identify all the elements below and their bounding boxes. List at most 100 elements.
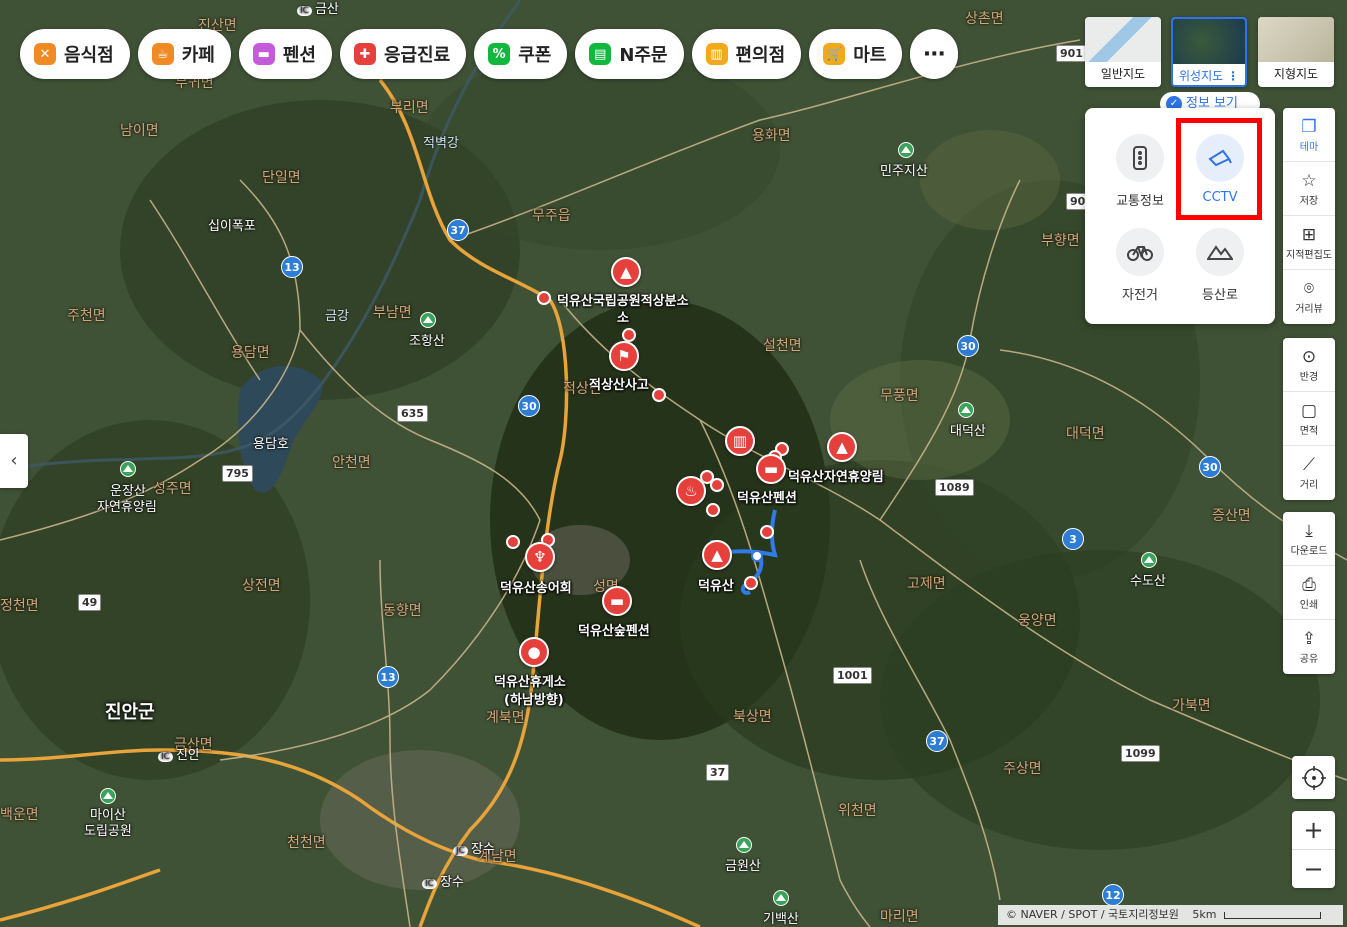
region-label: 상촌면 — [965, 11, 1004, 27]
road-shield: 635 — [397, 405, 428, 422]
layer-cctv[interactable]: CCTV — [1180, 134, 1260, 205]
layer-traffic[interactable]: 교통정보 — [1100, 134, 1180, 209]
poi-dot[interactable] — [506, 535, 520, 549]
attribution-bar: © NAVER / SPOT / 국토지리정보원 5km — [998, 905, 1343, 925]
interchange-label: IC 진안 — [158, 744, 200, 763]
road-shield: 30 — [957, 335, 979, 357]
poi-label[interactable]: 소 — [617, 307, 629, 326]
more-icon: ⋯ — [923, 41, 946, 67]
poi-label[interactable]: 덕유산휴게소 — [494, 671, 566, 690]
poi-label[interactable]: 덕유산 — [698, 575, 734, 594]
mountain-icon — [958, 402, 974, 418]
poi-dot[interactable] — [652, 388, 666, 402]
poi-dot[interactable] — [706, 503, 720, 517]
category-mart[interactable]: 🛒 마트 — [809, 29, 903, 79]
poi-label[interactable]: 덕유산숲펜션 — [578, 620, 650, 639]
toolbar-share: ⤓ 다운로드 ⎙ 인쇄 ⇪ 공유 — [1283, 512, 1335, 674]
region-label: 용담면 — [231, 345, 270, 361]
poi-label[interactable]: 덕유산송어회 — [500, 577, 572, 596]
chevron-left-icon: ‹ — [10, 450, 18, 471]
road-shield: 3 — [1062, 528, 1084, 550]
category-n-order[interactable]: ▤ N주문 — [575, 29, 684, 79]
download-button[interactable]: ⤓ 다운로드 — [1283, 512, 1335, 566]
current-location-button[interactable] — [1292, 756, 1335, 799]
mountain-icon — [100, 788, 116, 804]
building-marker[interactable]: ▥ — [725, 426, 755, 456]
poi-dot[interactable] — [537, 291, 551, 305]
scale-bar — [1224, 911, 1321, 919]
distance-button[interactable]: ⟋ 거리 — [1283, 446, 1335, 500]
kebab-menu-icon: ⋮ — [1227, 69, 1239, 83]
print-button[interactable]: ⎙ 인쇄 — [1283, 566, 1335, 620]
region-label: 동향면 — [383, 603, 422, 619]
theme-button[interactable]: ❐ 테마 — [1283, 108, 1335, 162]
rest-area-marker[interactable]: ● — [519, 637, 549, 667]
park-marker[interactable]: ▲ — [827, 432, 857, 462]
crosshair-icon — [1301, 765, 1326, 790]
mountain-icon — [120, 461, 136, 477]
zoom-in-button[interactable]: + — [1292, 811, 1335, 850]
grid-icon: ⊞ — [1301, 225, 1317, 245]
place-label: 용담호 — [253, 437, 289, 452]
zoom-out-button[interactable]: − — [1292, 850, 1335, 888]
place-label: 도립공원 — [84, 824, 132, 839]
road-shield: 37 — [706, 764, 730, 781]
radius-button[interactable]: ⊙ 반경 — [1283, 338, 1335, 392]
ruler-icon: ⟋ — [1303, 455, 1315, 475]
area-button[interactable]: ▢ 면적 — [1283, 392, 1335, 446]
collapse-panel-button[interactable]: ‹ — [0, 434, 28, 488]
landmark-marker[interactable]: ⚑ — [609, 341, 639, 371]
maptype-normal[interactable]: 일반지도 — [1085, 17, 1161, 87]
road-shield: 795 — [222, 465, 253, 482]
river-label: 적벽강 — [423, 136, 459, 151]
category-emergency[interactable]: ✚ 응급진료 — [339, 29, 467, 79]
category-pension[interactable]: ▬ 펜션 — [238, 29, 332, 79]
category-bar: ✕ 음식점 ☕ 카페 ▬ 펜션 ✚ 응급진료 % 쿠폰 ▤ N주문 ▥ 편의점 🛒 마트 ⋯ — [20, 29, 959, 79]
poi-label[interactable]: 덕유산자연휴양림 — [788, 466, 884, 485]
poi-dot[interactable] — [744, 576, 758, 590]
region-label: 성주면 — [153, 481, 192, 497]
maptype-satellite[interactable]: 위성지도 ⋮ — [1171, 17, 1247, 87]
download-icon: ⤓ — [1305, 521, 1313, 541]
place-label: 금원산 — [725, 859, 761, 874]
region-label: 고제면 — [907, 576, 946, 592]
park-marker[interactable]: ▲ — [611, 257, 641, 287]
layer-hiking[interactable]: 등산로 — [1180, 228, 1260, 303]
region-label: 부리면 — [390, 100, 429, 116]
place-label: 조항산 — [409, 334, 445, 349]
spa-marker[interactable]: ♨ — [676, 476, 706, 506]
more-categories-button[interactable]: ⋯ — [910, 29, 959, 79]
mountain-marker[interactable]: ▲ — [702, 540, 732, 570]
poi-dot[interactable] — [760, 525, 774, 539]
fork-knife-icon: ✕ — [34, 43, 56, 65]
category-convenience[interactable]: ▥ 편의점 — [691, 29, 802, 79]
road-shield: 12 — [1102, 884, 1124, 906]
zoom-control: + − — [1292, 811, 1335, 888]
share-icon: ⇪ — [1301, 629, 1317, 649]
cadastral-button[interactable]: ⊞ 지적편집도 — [1283, 216, 1335, 270]
mountain-icon — [773, 890, 789, 906]
category-coupon[interactable]: % 쿠폰 — [474, 29, 568, 79]
maptype-terrain[interactable]: 지형지도 — [1258, 17, 1334, 87]
save-button[interactable]: ☆ 저장 — [1283, 162, 1335, 216]
street-view-button[interactable]: ⌾ 거리뷰 — [1283, 270, 1335, 324]
share-button[interactable]: ⇪ 공유 — [1283, 620, 1335, 674]
place-label: 대덕산 — [950, 424, 986, 439]
star-icon: ☆ — [1301, 171, 1317, 191]
poi-label[interactable]: (하남방향) — [504, 689, 564, 708]
restaurant-marker[interactable]: ♆ — [525, 542, 555, 572]
lodging-marker[interactable]: ▬ — [602, 586, 632, 616]
layer-panel: 교통정보 CCTV 자전거 등산로 — [1085, 108, 1275, 324]
interchange-label: IC 장수 — [422, 871, 464, 890]
category-restaurant[interactable]: ✕ 음식점 — [20, 29, 130, 79]
poi-label[interactable]: 덕유산펜션 — [737, 487, 797, 506]
layer-bicycle[interactable]: 자전거 — [1100, 228, 1180, 303]
category-cafe[interactable]: ☕ 카페 — [137, 29, 231, 79]
lodging-marker[interactable]: ▬ — [756, 454, 786, 484]
scale-label: 5km — [1192, 908, 1217, 921]
poi-dot[interactable] — [710, 478, 724, 492]
toolbar-main: ❐ 테마 ☆ 저장 ⊞ 지적편집도 ⌾ 거리뷰 — [1283, 108, 1335, 324]
poi-label[interactable]: 적상산사고 — [589, 374, 649, 393]
poi-dot[interactable] — [622, 328, 636, 342]
region-label: 정천면 — [0, 598, 39, 614]
